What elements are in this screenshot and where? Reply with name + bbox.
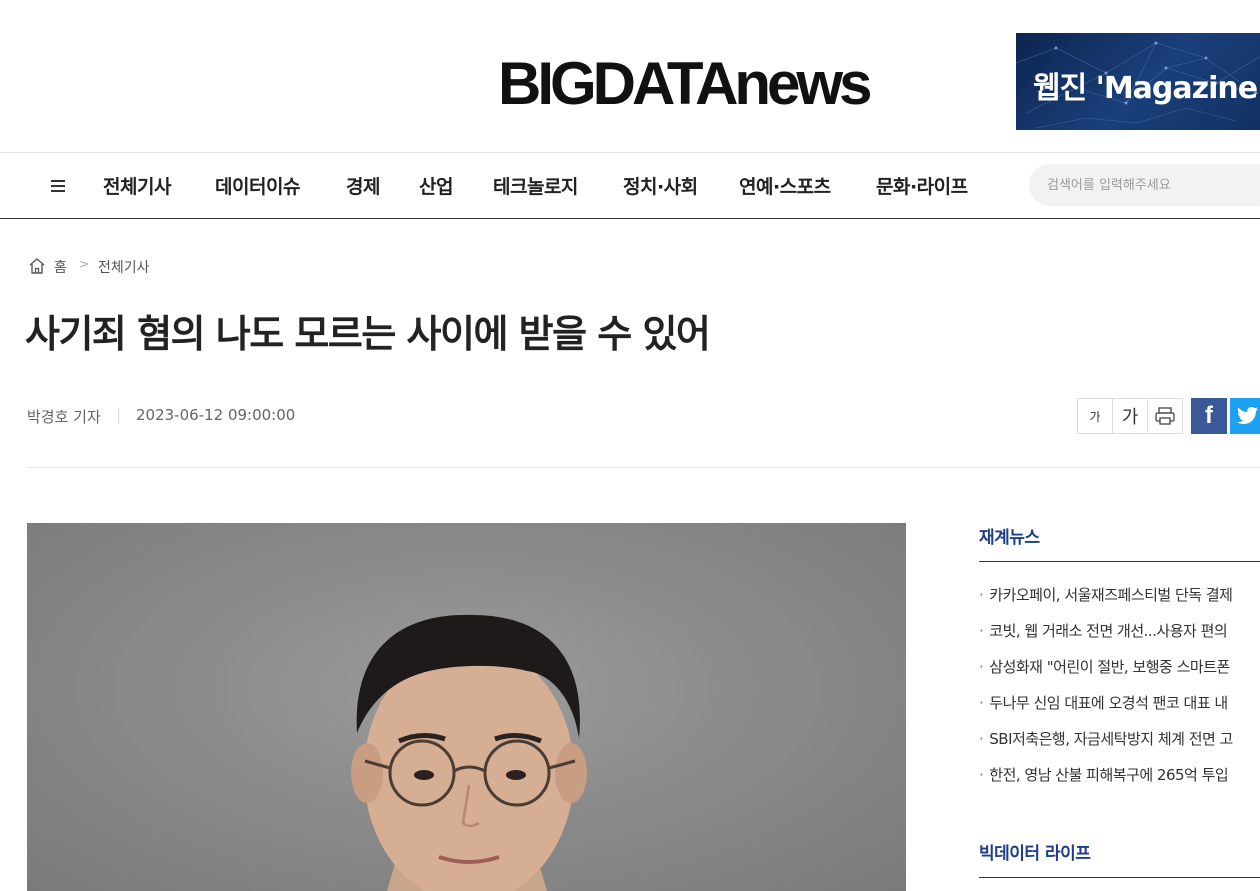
- sidebar-section-divider: [979, 877, 1260, 878]
- nav-item-technology[interactable]: 테크놀로지: [493, 172, 578, 199]
- nav-item-entertainment-sports[interactable]: 연예·스포츠: [739, 172, 831, 199]
- breadcrumb-home[interactable]: 홈: [54, 257, 67, 277]
- header-divider: [27, 467, 1260, 468]
- facebook-share-button[interactable]: f: [1191, 398, 1227, 434]
- nav-item-data-issue[interactable]: 데이터이슈: [215, 172, 300, 199]
- article-date: 2023-06-12 09:00:00: [136, 406, 296, 424]
- news-headline: 삼성화재 "어린이 절반, 보행중 스마트폰: [989, 658, 1230, 676]
- bullet: ·: [979, 586, 984, 604]
- nav-item-industry[interactable]: 산업: [419, 172, 453, 199]
- ad-banner[interactable]: 웹진 'Magazine I: [1016, 33, 1260, 130]
- site-logo[interactable]: BIGDATAnews: [498, 52, 872, 116]
- font-increase-button[interactable]: 가: [1112, 398, 1148, 434]
- twitter-share-button[interactable]: [1230, 398, 1260, 434]
- home-icon[interactable]: [27, 256, 47, 276]
- nav-item-economy[interactable]: 경제: [346, 172, 380, 199]
- breadcrumb-separator: >: [79, 257, 90, 271]
- ad-banner-text: 웹진 'Magazine I: [1033, 71, 1260, 106]
- breadcrumb-category[interactable]: 전체기사: [98, 257, 150, 277]
- main-nav: 전체기사 데이터이슈 경제 산업 테크놀로지 정치·사회 연예·스포츠 문화·라…: [0, 152, 1260, 219]
- bullet: ·: [979, 694, 984, 712]
- bullet: ·: [979, 766, 984, 784]
- sidebar-section-bigdata-life[interactable]: 빅데이터 라이프: [979, 839, 1091, 864]
- business-news-list: · 카카오페이, 서울재즈페스티벌 단독 결제 · 코빗, 웹 거래소 전면 개선.…: [979, 584, 1260, 800]
- list-item[interactable]: · 카카오페이, 서울재즈페스티벌 단독 결제: [979, 584, 1260, 620]
- news-headline: 한전, 영남 산불 피해복구에 265억 투입: [989, 766, 1229, 784]
- person-portrait-icon: [351, 614, 587, 891]
- news-headline: 두나무 신임 대표에 오경석 팬코 대표 내: [989, 694, 1228, 712]
- list-item[interactable]: · 한전, 영남 산불 피해복구에 265억 투입: [979, 764, 1260, 800]
- bullet: ·: [979, 658, 984, 676]
- bullet: ·: [979, 622, 984, 640]
- list-item[interactable]: · 두나무 신임 대표에 오경석 팬코 대표 내: [979, 692, 1260, 728]
- list-item[interactable]: · SBI저축은행, 자금세탁방지 체계 전면 고: [979, 728, 1260, 764]
- byline-divider: [118, 409, 119, 423]
- news-headline: 코빗, 웹 거래소 전면 개선...사용자 편의: [989, 622, 1228, 640]
- list-item[interactable]: · 삼성화재 "어린이 절반, 보행중 스마트폰: [979, 656, 1260, 692]
- article-author[interactable]: 박경호 기자: [27, 406, 101, 427]
- twitter-bird-icon: [1237, 406, 1259, 425]
- nav-item-politics-society[interactable]: 정치·사회: [623, 172, 698, 199]
- news-headline: SBI저축은행, 자금세탁방지 체계 전면 고: [989, 730, 1233, 748]
- sidebar-section-business-news[interactable]: 재계뉴스: [979, 523, 1040, 548]
- article-photo: [27, 523, 906, 891]
- article-title: 사기죄 혐의 나도 모르는 사이에 받을 수 있어: [25, 312, 711, 356]
- list-item[interactable]: · 코빗, 웹 거래소 전면 개선...사용자 편의: [979, 620, 1260, 656]
- sidebar-section-divider: [979, 561, 1260, 562]
- printer-icon: [1155, 407, 1175, 425]
- search-input[interactable]: [1029, 164, 1260, 206]
- print-button[interactable]: [1147, 398, 1183, 434]
- news-headline: 카카오페이, 서울재즈페스티벌 단독 결제: [989, 586, 1233, 604]
- bullet: ·: [979, 730, 984, 748]
- nav-item-all-articles[interactable]: 전체기사: [103, 172, 171, 199]
- nav-item-culture-life[interactable]: 문화·라이프: [876, 172, 968, 199]
- font-decrease-button[interactable]: 가: [1077, 398, 1113, 434]
- hamburger-icon[interactable]: [49, 173, 69, 197]
